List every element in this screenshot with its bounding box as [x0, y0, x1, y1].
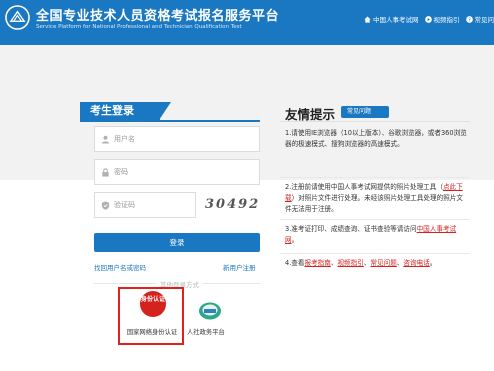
divider-left — [94, 283, 156, 284]
tip-browser: 1.请使用IE浏览器（10以上版本）、谷歌浏览器，或者360浏览器的极速模式、搜… — [285, 129, 467, 148]
link-video-guide[interactable]: 视频指引 — [424, 14, 460, 24]
tip-photo-tool: 2.注册前请使用中国人事考试网提供的照片处理工具（点此下载）对照片文件进行处理。… — [285, 183, 464, 213]
captcha-placeholder: 验证码 — [114, 201, 135, 209]
svg-text:?: ? — [468, 17, 471, 23]
guide-link[interactable]: 报考指南 — [304, 259, 330, 267]
tip-divider-1 — [280, 177, 470, 178]
video-guide-link[interactable]: 视频指引 — [337, 259, 363, 267]
username-placeholder: 用户名 — [114, 135, 135, 143]
national-id-auth-button[interactable]: 身份认证 国家网络身份认证 — [118, 287, 184, 345]
register-link[interactable]: 新用户注册 — [223, 262, 256, 272]
tip-divider-3 — [280, 253, 470, 254]
shield-icon — [101, 200, 110, 210]
password-placeholder: 密码 — [114, 168, 128, 176]
faq-tag[interactable]: 常见问题 — [341, 106, 389, 118]
tip-divider-2 — [280, 219, 470, 220]
tip-admission-ticket: 3.准考证打印、成绩查询、证书查验等请访问中国人事考试网。 — [285, 225, 457, 244]
site-title: 全国专业技术人员资格考试报名服务平台 — [36, 9, 280, 24]
username-input[interactable]: 用户名 — [94, 126, 260, 152]
top-header: 全国专业技术人员资格考试报名服务平台 Service Platform for … — [0, 0, 494, 45]
hotline-link[interactable]: 咨询电话 — [403, 259, 429, 267]
faq-tag-label: 常见问题 — [347, 108, 372, 115]
forgot-credentials-link[interactable]: 找回用户名或密码 — [94, 262, 146, 272]
top-links: 中国人事考试网 视频指引 ? 常见问 — [364, 14, 494, 24]
site-subtitle: Service Platform for National Profession… — [36, 24, 242, 30]
link-cpta[interactable]: 中国人事考试网 — [364, 14, 419, 24]
captcha-input[interactable]: 验证码 — [94, 192, 196, 218]
login-title-underline — [80, 120, 260, 122]
id-auth-badge-icon: 身份认证 — [140, 291, 166, 317]
login-button[interactable]: 登录 — [94, 233, 260, 252]
question-icon: ? — [465, 15, 473, 23]
password-input[interactable]: 密码 — [94, 159, 260, 185]
gov-platform-label[interactable]: 人社政务平台 — [187, 327, 225, 336]
login-title-tail — [159, 102, 171, 120]
play-icon — [424, 15, 432, 23]
home-icon — [364, 15, 371, 23]
lock-icon — [102, 167, 109, 177]
user-icon — [101, 135, 110, 144]
link-video-guide-label: 视频指引 — [433, 16, 460, 24]
link-cpta-label: 中国人事考试网 — [373, 16, 419, 24]
link-faq[interactable]: ? 常见问 — [465, 14, 494, 24]
login-title: 考生登录 — [80, 102, 160, 120]
link-faq-label: 常见问 — [474, 16, 494, 24]
faq-link[interactable]: 常见问题 — [370, 259, 396, 267]
platform-logo-icon — [5, 5, 30, 30]
divider-right — [202, 283, 260, 284]
id-auth-label: 国家网络身份认证 — [126, 329, 178, 336]
tip-guides: 4.查看报考指南、视频指引、常见问题、咨询电话。 — [285, 259, 437, 267]
hrss-gov-platform-icon[interactable] — [198, 301, 222, 321]
tips-underline — [280, 121, 470, 122]
captcha-image[interactable]: 30492 — [205, 194, 260, 216]
